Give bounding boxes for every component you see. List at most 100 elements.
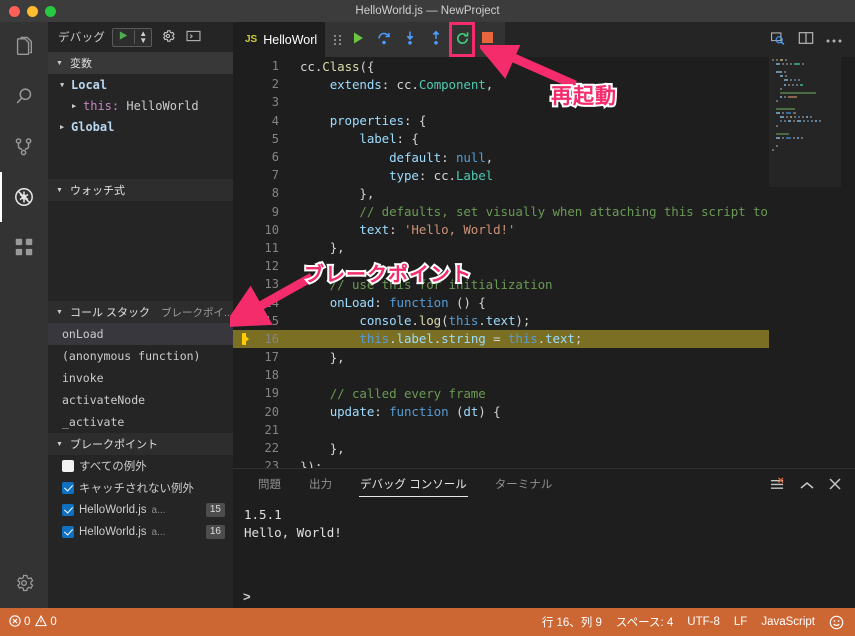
debug-continue-button[interactable] [345,22,371,57]
restart-icon [455,31,470,49]
code-line[interactable]: 3 [233,93,855,111]
code-editor[interactable]: 1 cc.Class({2 extends: cc.Component, 3 4 pr… [233,57,855,482]
variable-name: this: [83,98,120,113]
breakpoint-helloworld-16[interactable]: HelloWorld.js a... 16 [48,521,233,543]
code-line[interactable]: 19 // called every frame [233,384,855,402]
debug-step-into-button[interactable] [397,22,423,57]
status-eol[interactable]: LF [734,616,747,628]
debug-settings-button[interactable] [159,29,177,46]
code-line[interactable]: 11 }, [233,239,855,257]
code-text: console.log(this.text); [359,313,531,329]
stack-frame-anonymous[interactable]: (anonymous function) [48,345,233,367]
activity-item-extensions[interactable] [0,222,48,272]
checkbox-checked-icon[interactable] [62,504,74,516]
breakpoint-helloworld-15[interactable]: HelloWorld.js a... 15 [48,499,233,521]
call-stack-section-header[interactable]: ▼ コール スタック ブレークポイ.. [48,301,233,323]
activity-item-source-control[interactable] [0,122,48,172]
status-language-mode[interactable]: JavaScript [761,616,815,628]
status-encoding[interactable]: UTF-8 [687,616,720,628]
checkbox-checked-icon[interactable] [62,526,74,538]
feedback-smiley-icon[interactable] [829,615,844,630]
split-editor-icon[interactable] [798,30,814,49]
close-panel-icon[interactable] [829,478,841,493]
variable-scope-local[interactable]: ▼ Local [48,74,233,95]
play-icon [351,31,365,48]
breakpoint-marker[interactable] [233,315,255,326]
breakpoints-tab-label[interactable]: ブレークポイ.. [161,305,230,320]
code-line[interactable]: 22 }, [233,439,855,457]
current-execution-marker[interactable] [233,332,255,345]
stack-frame-activate[interactable]: _activate [48,411,233,433]
line-number: 9 [271,204,279,219]
code-line[interactable]: 9 // defaults, set visually when attachi… [233,203,855,221]
code-line[interactable]: 4 properties: { [233,112,855,130]
breakpoint-uncaught-exceptions[interactable]: キャッチされない例外 [48,477,233,499]
panel-tab-problems[interactable]: 問題 [244,469,295,502]
chevron-right-icon: ▶ [60,122,65,131]
status-cursor-position[interactable]: 行 16、列 9 [542,614,602,630]
activity-item-search[interactable] [0,72,48,122]
code-line[interactable]: 5 label: { [233,130,855,148]
variables-section-header[interactable]: ▼ 変数 [48,52,233,74]
variable-this[interactable]: ▶ this: HelloWorld [48,95,233,116]
code-line[interactable]: 2 extends: cc.Component, [233,75,855,93]
checkbox-unchecked-icon[interactable] [62,460,74,472]
debug-icon [12,185,36,209]
code-line[interactable]: 1 cc.Class({ [233,57,855,75]
code-line[interactable]: 21 [233,421,855,439]
panel-tab-terminal[interactable]: ターミナル [481,469,567,502]
watch-section-header[interactable]: ▼ ウォッチ式 [48,179,233,201]
variable-scope-global[interactable]: ▶ Global [48,116,233,137]
panel-tab-debug-console[interactable]: デバッグ コンソール [346,469,481,502]
panel-tab-output[interactable]: 出力 [295,469,346,502]
code-line[interactable]: 14 onLoad: function () { [233,293,855,311]
maximize-panel-icon[interactable] [800,479,814,493]
code-line[interactable]: 13 // use this for initialization [233,275,855,293]
code-line[interactable]: 17 }, [233,348,855,366]
stack-frame-label: (anonymous function) [62,349,201,363]
watch-expressions-list[interactable] [48,201,233,301]
code-line[interactable]: 15 console.log(this.text); [233,312,855,330]
code-text: onLoad: function () { [329,295,486,311]
code-text: cc.Class({ [300,58,375,74]
checkbox-checked-icon[interactable] [62,482,74,494]
code-text: type: cc.Label [389,167,494,183]
activity-item-debug[interactable] [0,172,48,222]
stack-frame-activatenode[interactable]: activateNode [48,389,233,411]
editor-tab-helloworld[interactable]: JS HelloWorl [233,22,330,57]
editor-vertical-scrollbar[interactable] [841,57,855,482]
code-line[interactable]: 6 default: null, [233,148,855,166]
more-actions-icon[interactable] [826,33,842,47]
clear-console-icon[interactable] [770,477,785,494]
code-line[interactable]: 16 this.label.string = this.text; [233,329,855,348]
status-errors[interactable]: 0 [9,614,30,630]
debug-console-input[interactable]: > [243,589,251,604]
debug-step-out-button[interactable] [423,22,449,57]
open-preview-icon[interactable] [769,30,786,50]
debug-restart-button[interactable] [449,22,475,57]
code-line[interactable]: 8 }, [233,184,855,202]
breakpoint-all-exceptions[interactable]: すべての例外 [48,455,233,477]
code-line[interactable]: 20 update: function (dt) { [233,403,855,421]
stack-frame-invoke[interactable]: invoke [48,367,233,389]
breakpoints-section-header[interactable]: ▼ ブレークポイント [48,433,233,455]
activity-item-settings[interactable] [0,558,48,608]
debug-stop-button[interactable] [475,22,501,57]
line-number: 2 [271,77,279,92]
debug-run-controls[interactable]: ▲ ▼ [112,27,153,47]
minimap[interactable] [769,57,841,482]
start-debugging-button[interactable] [113,30,134,44]
line-number: 17 [264,350,279,365]
drag-handle-icon[interactable] [329,22,345,57]
debug-step-over-button[interactable] [371,22,397,57]
status-warnings[interactable]: 0 [35,614,57,630]
code-line[interactable]: 10 text: 'Hello, World!' [233,221,855,239]
debug-config-dropdown[interactable]: ▲ ▼ [134,30,151,45]
status-indentation[interactable]: スペース: 4 [616,614,673,630]
code-line[interactable]: 18 [233,366,855,384]
stack-frame-onload[interactable]: onLoad [48,323,233,345]
activity-item-explorer[interactable] [0,22,48,72]
code-line[interactable]: 7 type: cc.Label [233,166,855,184]
code-line[interactable]: 12 [233,257,855,275]
open-debug-console-button[interactable] [184,30,202,45]
